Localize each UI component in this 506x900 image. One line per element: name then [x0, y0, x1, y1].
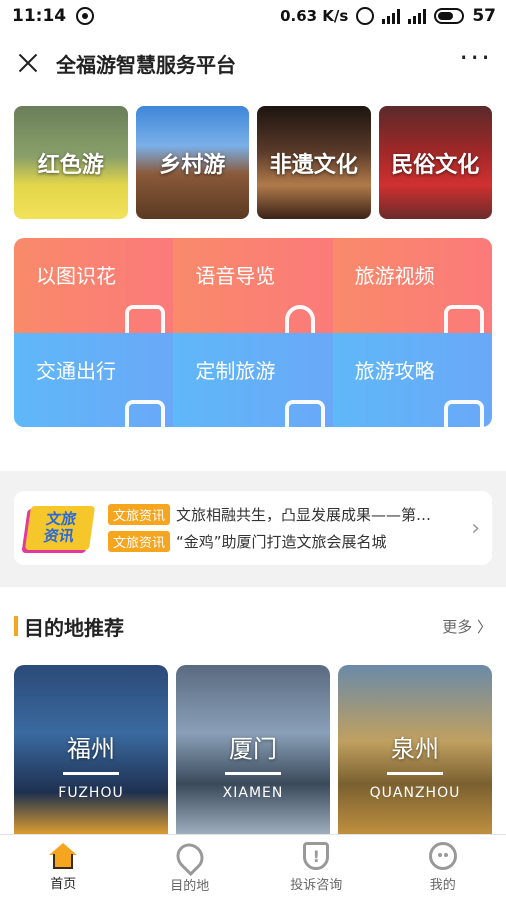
chevron-right-icon[interactable]: › — [471, 516, 480, 541]
service-label: 以图识花 — [36, 264, 116, 288]
close-icon[interactable] — [14, 49, 42, 77]
tab-label: 我的 — [429, 878, 456, 893]
divider — [225, 772, 281, 775]
news-tag: 文旅资讯 — [108, 531, 171, 552]
service-label: 定制旅游 — [195, 359, 276, 383]
top-nav-bar: 全福游智慧服务平台 ··· — [0, 32, 506, 94]
category-label: 乡村游 — [159, 152, 226, 178]
more-menu-button[interactable]: ··· — [459, 44, 492, 78]
network-speed: 0.63 K/s — [280, 7, 349, 25]
city-card-xiamen[interactable]: 厦门 XIAMEN — [176, 665, 330, 834]
service-transport[interactable]: 交通出行 — [14, 333, 174, 427]
shield-alert-icon: ! — [303, 842, 330, 870]
home-icon — [48, 843, 78, 869]
city-name: 厦门 — [229, 735, 277, 763]
service-travel-guide[interactable]: 旅游攻略 — [332, 333, 492, 427]
category-folk-culture[interactable]: 民俗文化 — [378, 106, 492, 219]
bottom-tab-bar: 首页 目的地 ! 投诉咨询 我的 — [0, 834, 506, 900]
city-name: 福州 — [67, 735, 115, 763]
tab-home[interactable]: 首页 — [0, 835, 127, 900]
signal-icon — [382, 8, 401, 24]
category-rural-tour[interactable]: 乡村游 — [135, 106, 249, 219]
category-label: 红色游 — [37, 152, 104, 178]
microphone-icon — [284, 305, 315, 333]
user-face-icon — [428, 842, 457, 870]
city-name: 泉州 — [391, 735, 439, 763]
tab-complaints[interactable]: ! 投诉咨询 — [253, 835, 380, 900]
status-bar: 11:14 0.63 K/s 57 — [0, 0, 506, 32]
divider — [63, 772, 119, 775]
section-accent-bar — [14, 616, 18, 636]
category-label: 民俗文化 — [391, 152, 480, 178]
category-label: 非遗文化 — [269, 152, 358, 178]
video-icon — [443, 305, 484, 333]
news-headline: 文旅相融共生，凸显发展成果——第… — [176, 506, 432, 524]
news-logo: 文旅 资讯 — [24, 506, 96, 550]
service-label: 语音导览 — [195, 264, 276, 288]
news-item[interactable]: 文旅资讯 “金鸡”助厦门打造文旅会展名城 — [108, 531, 465, 552]
news-logo-line2: 资讯 — [42, 527, 76, 545]
city-card-fuzhou[interactable]: 福州 FUZHOU — [14, 665, 168, 834]
service-grid: 以图识花 语音导览 旅游视频 交通出行 定制旅游 旅游攻略 — [0, 232, 506, 471]
more-link[interactable]: 更多 〉 — [442, 616, 492, 637]
location-pin-icon — [170, 837, 209, 877]
destination-header: 目的地推荐 更多 〉 — [14, 587, 492, 665]
city-name-en: QUANZHOU — [369, 785, 461, 801]
service-label: 交通出行 — [36, 359, 116, 383]
city-card-quanzhou[interactable]: 泉州 QUANZHOU — [338, 665, 492, 834]
service-audio-guide[interactable]: 语音导览 — [173, 238, 333, 333]
news-list: 文旅资讯 文旅相融共生，凸显发展成果——第… 文旅资讯 “金鸡”助厦门打造文旅会… — [108, 504, 465, 552]
tab-label: 投诉咨询 — [290, 878, 343, 893]
news-logo-line1: 文旅 — [44, 510, 78, 528]
tab-label: 首页 — [50, 877, 77, 892]
section-title: 目的地推荐 — [24, 615, 124, 640]
category-red-tour[interactable]: 红色游 — [14, 106, 128, 219]
alarm-icon — [356, 7, 375, 25]
book-icon — [443, 400, 484, 427]
tab-profile[interactable]: 我的 — [380, 835, 506, 900]
status-time: 11:14 — [12, 6, 67, 26]
city-list: 福州 FUZHOU 厦门 XIAMEN 泉州 QUANZHOU — [14, 665, 492, 834]
city-name-en: XIAMEN — [222, 785, 284, 801]
tab-label: 目的地 — [170, 879, 210, 894]
service-flower-recognition[interactable]: 以图识花 — [14, 238, 174, 333]
signal-icon-2 — [408, 8, 427, 24]
category-row: 红色游 乡村游 非遗文化 民俗文化 — [0, 94, 506, 232]
news-tag: 文旅资讯 — [108, 504, 171, 525]
flag-icon — [284, 400, 325, 427]
city-name-en: FUZHOU — [58, 785, 124, 801]
battery-level: 57 — [472, 6, 496, 26]
divider — [387, 772, 443, 775]
service-custom-tour[interactable]: 定制旅游 — [173, 333, 333, 427]
flower-icon — [125, 305, 166, 333]
category-heritage[interactable]: 非遗文化 — [257, 106, 371, 219]
service-label: 旅游攻略 — [354, 359, 435, 383]
notification-icon — [76, 7, 95, 25]
tab-destinations[interactable]: 目的地 — [127, 835, 254, 900]
main-content[interactable]: 红色游 乡村游 非遗文化 民俗文化 以图识花 语音导览 旅游视频 交通出行 定制… — [0, 94, 506, 834]
news-item[interactable]: 文旅资讯 文旅相融共生，凸显发展成果——第… — [108, 504, 465, 525]
news-banner[interactable]: 文旅 资讯 文旅资讯 文旅相融共生，凸显发展成果——第… 文旅资讯 “金鸡”助厦… — [14, 491, 492, 565]
battery-icon — [434, 8, 465, 24]
destination-section: 目的地推荐 更多 〉 福州 FUZHOU 厦门 XIAMEN 泉州 QUANZH… — [0, 587, 506, 834]
page-title: 全福游智慧服务平台 — [56, 52, 236, 77]
news-headline: “金鸡”助厦门打造文旅会展名城 — [176, 533, 387, 551]
service-label: 旅游视频 — [354, 264, 435, 288]
service-travel-video[interactable]: 旅游视频 — [332, 238, 492, 333]
bus-icon — [125, 400, 166, 427]
